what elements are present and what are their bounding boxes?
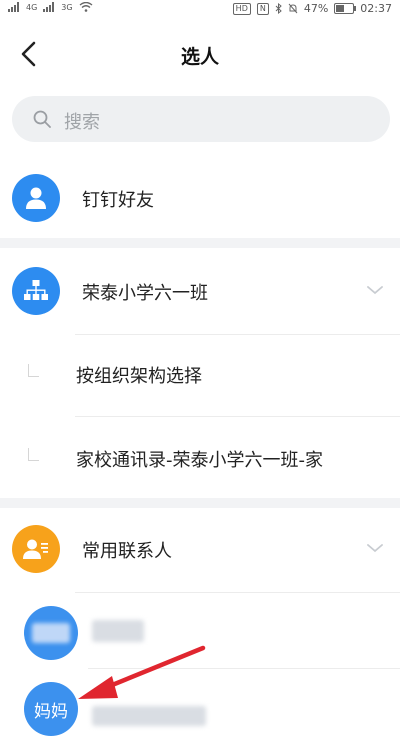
top-bar: 选人 [0,22,400,86]
home-school-directory-item[interactable]: 家校通讯录-荣泰小学六一班-家 [0,418,400,498]
home-school-directory-label: 家校通讯录-荣泰小学六一班-家 [76,450,323,471]
divider [75,416,400,417]
contact-avatar-text: 妈妈 [34,701,68,722]
search-input[interactable]: 搜索 [12,96,390,142]
battery-percent: 47% [303,2,329,15]
class-label: 荣泰小学六一班 [82,283,208,304]
tree-connector [28,448,39,461]
class-avatar [12,267,60,315]
contact-card-icon [23,539,48,559]
status-bar: 4G 3G HD N 47% 02:37 [0,0,400,20]
search-placeholder: 搜索 [64,112,100,133]
contact-item[interactable]: 妈妈 [0,670,400,742]
divider [75,592,400,593]
divider [75,334,400,335]
frequent-contacts-row[interactable]: 常用联系人 [0,508,400,592]
chevron-down-icon[interactable] [366,284,384,296]
contact-name-blur [92,706,206,726]
chevron-down-icon[interactable] [366,542,384,554]
divider [88,668,400,669]
contact-name-blur [92,620,144,642]
bluetooth-icon [275,3,282,14]
contact-avatar-blur [32,623,70,643]
friends-avatar [12,174,60,222]
contact-avatar: 妈妈 [24,682,78,736]
friends-row[interactable]: 钉钉好友 [0,160,400,236]
nfc-icon: N [256,2,269,15]
battery-icon [334,3,357,14]
frequent-avatar [12,525,60,573]
clock: 02:37 [360,2,392,15]
page-title: 选人 [180,46,219,68]
user-icon [26,187,46,209]
network-type-2: 3G [61,2,73,12]
contact-item[interactable] [0,594,400,668]
network-type-1: 4G [26,2,38,12]
friends-label: 钉钉好友 [82,190,154,211]
tree-connector [28,364,39,377]
org-chart-icon [24,280,48,300]
org-structure-item[interactable]: 按组织架构选择 [0,336,400,416]
frequent-contacts-label: 常用联系人 [82,541,172,562]
contact-avatar [24,606,78,660]
section-separator [0,238,400,248]
mute-bell-icon [288,3,298,14]
status-left: 4G 3G [8,2,93,12]
org-structure-label: 按组织架构选择 [76,366,202,387]
search-icon [33,110,51,128]
status-right: HD N 47% 02:37 [232,2,392,15]
class-row[interactable]: 荣泰小学六一班 [0,250,400,334]
section-separator [0,498,400,508]
signal-icon [8,2,20,12]
hd-badge: HD [232,2,251,15]
wifi-icon [79,2,93,12]
signal-icon-2 [43,2,55,12]
